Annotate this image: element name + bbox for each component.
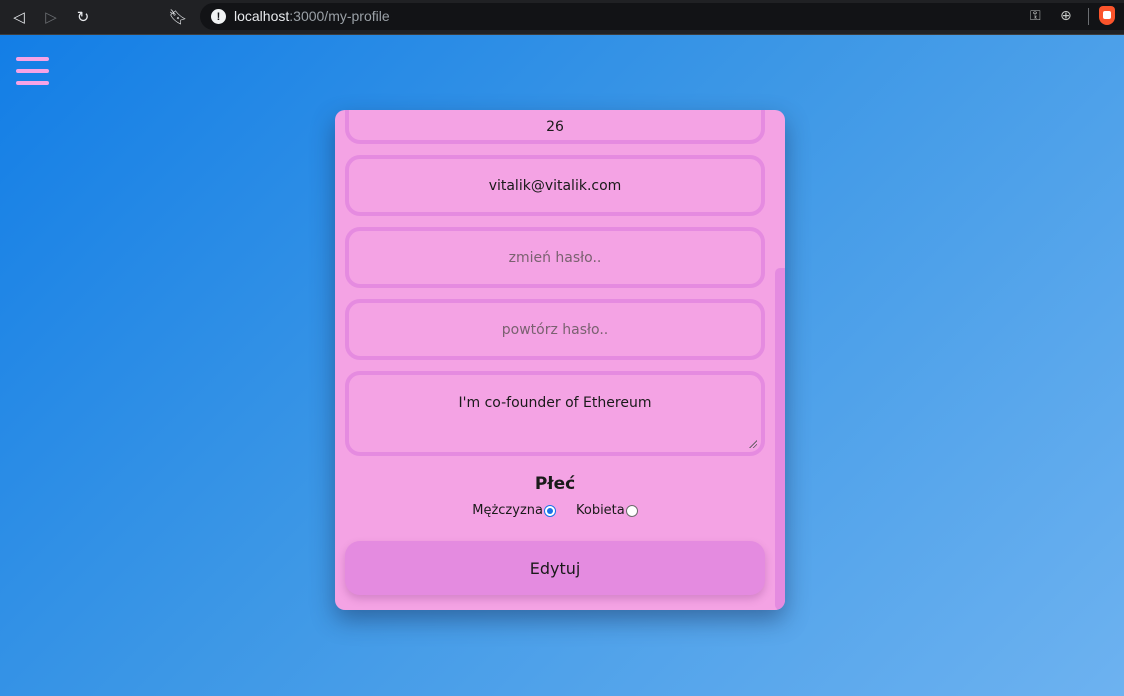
resize-handle-icon[interactable] xyxy=(748,439,757,448)
hamburger-line xyxy=(16,81,49,85)
gender-label-male: Mężczyzna xyxy=(472,503,543,518)
email-input[interactable]: vitalik@vitalik.com xyxy=(345,155,765,216)
forward-icon[interactable]: ▷ xyxy=(41,7,61,27)
bio-textarea[interactable]: I'm co-founder of Ethereum xyxy=(345,371,765,456)
gender-title: Płeć xyxy=(534,474,576,494)
page-background: 26 vitalik@vitalik.com zmień hasło.. pow… xyxy=(0,35,1124,696)
gender-radio-male[interactable] xyxy=(543,504,556,517)
zoom-icon[interactable]: ⊕ xyxy=(1060,8,1072,24)
toolbar-divider xyxy=(1088,8,1089,25)
gender-radio-female[interactable] xyxy=(625,504,638,517)
reload-icon[interactable]: ↻ xyxy=(73,7,93,27)
card-scrollbar[interactable] xyxy=(775,110,785,610)
scrollbar-thumb[interactable] xyxy=(775,268,785,610)
hamburger-line xyxy=(16,69,49,73)
profile-card: 26 vitalik@vitalik.com zmień hasło.. pow… xyxy=(335,110,785,610)
repeat-password-placeholder: powtórz hasło.. xyxy=(501,321,609,338)
address-bar[interactable]: ! localhost:3000/my-profile ⚿ ⊕ xyxy=(200,3,1124,30)
email-value: vitalik@vitalik.com xyxy=(488,177,622,194)
gender-option-female[interactable]: Kobieta xyxy=(576,503,638,518)
age-input[interactable]: 26 xyxy=(345,110,765,144)
url-path: :3000/my-profile xyxy=(289,8,390,24)
age-value: 26 xyxy=(546,118,564,135)
gender-label-female: Kobieta xyxy=(575,503,625,518)
back-icon[interactable]: ◁ xyxy=(9,7,29,27)
url-host: localhost xyxy=(234,8,290,24)
gender-option-male[interactable]: Mężczyzna xyxy=(472,503,556,518)
url-text[interactable]: localhost:3000/my-profile xyxy=(234,8,390,24)
gender-radio-group: Mężczyzna Kobieta xyxy=(335,503,775,518)
repeat-password-input[interactable]: powtórz hasło.. xyxy=(345,299,765,360)
bookmark-icon[interactable]: 🔖︎ xyxy=(168,7,188,27)
bio-value: I'm co-founder of Ethereum xyxy=(458,395,652,411)
key-icon[interactable]: ⚿ xyxy=(1030,8,1041,24)
browser-toolbar: ◁ ▷ ↻ 🔖︎ ! localhost:3000/my-profile ⚿ ⊕ xyxy=(0,0,1124,35)
hamburger-line xyxy=(16,57,49,61)
edit-button[interactable]: Edytuj xyxy=(345,541,765,595)
brave-shield-icon[interactable] xyxy=(1099,6,1115,25)
password-placeholder: zmień hasło.. xyxy=(508,249,602,266)
hamburger-menu-icon[interactable] xyxy=(16,57,49,85)
site-info-icon[interactable]: ! xyxy=(211,9,226,24)
password-input[interactable]: zmień hasło.. xyxy=(345,227,765,288)
